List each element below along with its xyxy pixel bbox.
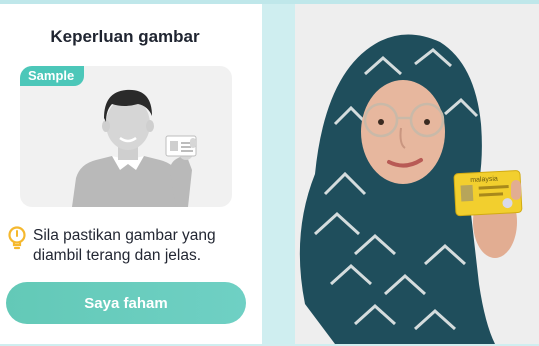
lightbulb-icon [8,226,26,250]
tip-row: Sila pastikan gambar yang diambil terang… [6,226,250,266]
sample-badge: Sample [20,66,85,86]
tip-text: Sila pastikan gambar yang diambil terang… [33,227,216,264]
id-card-text: malaysia [470,176,498,184]
image-requirements-card: Keperluan gambar Sample Sila pastikan ga… [0,4,262,344]
person-holding-id-illustration [72,89,197,207]
card-title: Keperluan gambar [50,27,200,46]
person-holding-id-photo: malaysia [295,4,539,344]
sample-photo: malaysia [295,4,539,344]
sample-illustration: Sample [20,66,232,207]
understand-button[interactable]: Saya faham [6,282,246,324]
